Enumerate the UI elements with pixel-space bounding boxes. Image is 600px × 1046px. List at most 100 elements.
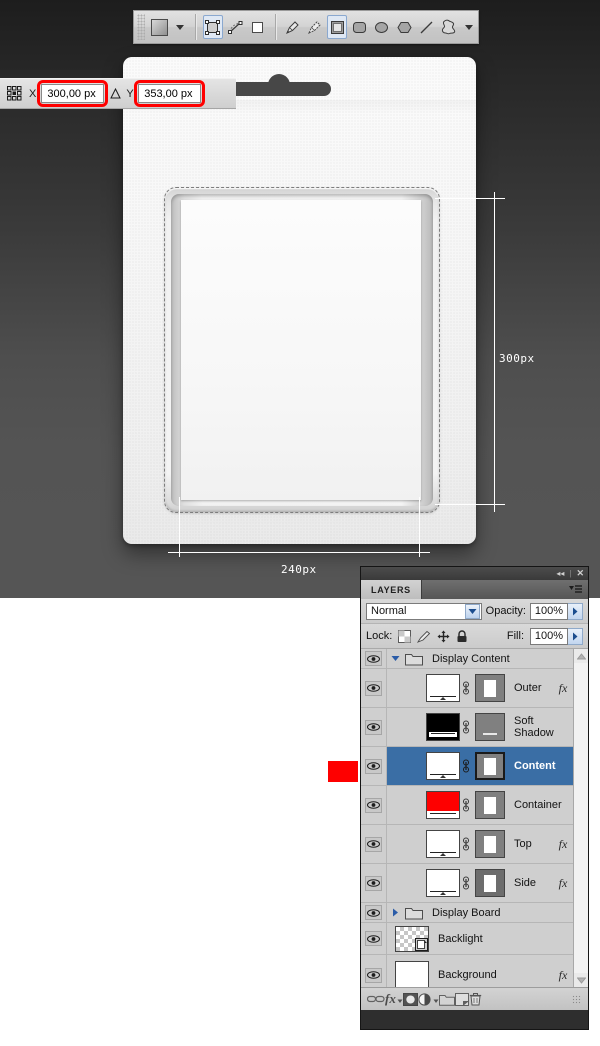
- shape-tool-options-bar[interactable]: [133, 10, 479, 44]
- fx-icon[interactable]: fx: [553, 968, 573, 983]
- visibility-toggle[interactable]: [361, 825, 387, 863]
- scroll-up-arrow-icon[interactable]: [574, 649, 588, 663]
- layer-thumbnail[interactable]: [426, 674, 460, 702]
- layer-mask-thumbnail[interactable]: [475, 791, 505, 819]
- lock-position-icon[interactable]: [437, 630, 450, 643]
- blend-mode-select[interactable]: Normal: [366, 602, 482, 620]
- link-chain-icon[interactable]: [460, 837, 472, 851]
- new-adjustment-layer-button[interactable]: [418, 992, 439, 1006]
- visibility-toggle[interactable]: [361, 864, 387, 902]
- new-layer-button[interactable]: [454, 992, 469, 1006]
- visibility-toggle[interactable]: [361, 649, 387, 668]
- eye-visibility-icon[interactable]: [365, 719, 382, 735]
- y-input[interactable]: 353,00 px: [138, 84, 202, 103]
- lock-image-pixels-icon[interactable]: [417, 630, 431, 643]
- visibility-toggle[interactable]: [361, 923, 387, 954]
- add-layer-mask-button[interactable]: [402, 992, 418, 1006]
- layer-row-background[interactable]: Background fx: [361, 955, 588, 987]
- visibility-toggle[interactable]: [361, 708, 387, 746]
- layer-thumbnail[interactable]: [426, 752, 460, 780]
- visibility-toggle[interactable]: [361, 903, 387, 922]
- transform-options-bar[interactable]: X: 300,00 px Y: 353,00 px: [0, 78, 236, 109]
- eye-visibility-icon[interactable]: [365, 797, 382, 813]
- document-canvas[interactable]: 300px 240px X: 300,00 px Y: 353,00 px: [0, 0, 600, 598]
- shapes-dropdown-chevron-down-icon[interactable]: [464, 24, 473, 30]
- layer-row-display-content[interactable]: Display Content: [361, 649, 588, 669]
- freeform-pen-tool-button[interactable]: [305, 15, 325, 39]
- shape-swatch-button[interactable]: [150, 15, 170, 39]
- blend-mode-chevron-down-icon[interactable]: [464, 603, 480, 619]
- collapse-to-icons-icon[interactable]: ◂◂: [556, 569, 564, 578]
- layer-thumbnail[interactable]: [395, 925, 429, 952]
- reference-point-grid-icon[interactable]: [6, 85, 23, 102]
- panel-tabstrip[interactable]: LAYERS: [361, 580, 588, 599]
- triangle-right-icon[interactable]: [387, 908, 403, 917]
- eye-visibility-icon[interactable]: [365, 905, 382, 920]
- eye-visibility-icon[interactable]: [365, 758, 382, 774]
- visibility-toggle[interactable]: [361, 747, 387, 785]
- link-chain-icon[interactable]: [460, 720, 472, 734]
- pen-tool-button[interactable]: [282, 15, 302, 39]
- fill-chevron-right-icon[interactable]: [568, 627, 583, 645]
- fill-pixels-mode-button[interactable]: [247, 15, 267, 39]
- eye-visibility-icon[interactable]: [365, 651, 382, 666]
- paths-mode-button[interactable]: [225, 15, 245, 39]
- layers-panel-footer[interactable]: fx: [361, 987, 588, 1010]
- resize-grip-icon[interactable]: [572, 994, 581, 1004]
- opacity-input[interactable]: 100%: [530, 602, 568, 620]
- toolbar-grip[interactable]: [137, 14, 145, 40]
- layer-thumbnail[interactable]: [426, 869, 460, 897]
- layer-list-scrollbar[interactable]: [573, 649, 588, 987]
- layer-thumbnail[interactable]: [426, 713, 460, 741]
- x-input[interactable]: 300,00 px: [41, 84, 105, 103]
- layers-panel[interactable]: ◂◂ | ✕ LAYERS Normal Opacity: 100% Lock:…: [360, 566, 589, 1030]
- polygon-tool-button[interactable]: [394, 15, 414, 39]
- fx-icon[interactable]: fx: [553, 837, 573, 852]
- fill-input[interactable]: 100%: [530, 627, 568, 645]
- eye-visibility-icon[interactable]: [365, 967, 382, 983]
- panel-menu-icon[interactable]: [569, 584, 583, 595]
- panel-titlebar[interactable]: ◂◂ | ✕: [361, 567, 588, 580]
- layer-mask-thumbnail[interactable]: [475, 830, 505, 858]
- layer-thumbnail[interactable]: [426, 830, 460, 858]
- new-group-button[interactable]: [438, 993, 455, 1006]
- ellipse-tool-button[interactable]: [372, 15, 392, 39]
- shape-layers-mode-button[interactable]: [202, 15, 223, 39]
- layer-row-display-board[interactable]: Display Board: [361, 903, 588, 923]
- layer-row-top[interactable]: Top fx: [361, 825, 588, 864]
- layer-row-outer[interactable]: Outer fx: [361, 669, 588, 708]
- custom-shape-tool-button[interactable]: [439, 15, 459, 39]
- swatch-dropdown-chevron-down-icon[interactable]: [175, 24, 184, 30]
- fx-icon[interactable]: fx: [553, 876, 573, 891]
- visibility-toggle[interactable]: [361, 955, 387, 987]
- link-chain-icon[interactable]: [460, 876, 472, 890]
- layer-mask-thumbnail[interactable]: [475, 752, 505, 780]
- layer-thumbnail[interactable]: [395, 961, 429, 987]
- eye-visibility-icon[interactable]: [365, 836, 382, 852]
- lock-all-icon[interactable]: [456, 629, 468, 643]
- layer-row-soft-shadow[interactable]: Soft Shadow: [361, 708, 588, 747]
- layer-list[interactable]: Display Content Outer fx Soft Shadow Con…: [361, 649, 588, 987]
- content-screen[interactable]: [181, 200, 421, 500]
- eye-visibility-icon[interactable]: [365, 931, 382, 946]
- link-layers-button[interactable]: [367, 994, 385, 1004]
- display-device-mockup[interactable]: [123, 57, 476, 544]
- opacity-chevron-right-icon[interactable]: [568, 602, 583, 620]
- layer-thumbnail[interactable]: [426, 791, 460, 819]
- rectangle-tool-button[interactable]: [327, 15, 348, 39]
- fx-icon[interactable]: fx: [553, 681, 573, 696]
- layer-row-container[interactable]: Container: [361, 786, 588, 825]
- link-chain-icon[interactable]: [460, 759, 472, 773]
- add-layer-style-button[interactable]: fx: [385, 991, 403, 1007]
- visibility-toggle[interactable]: [361, 786, 387, 824]
- lock-transparent-pixels-icon[interactable]: [398, 629, 412, 643]
- eye-visibility-icon[interactable]: [365, 875, 382, 891]
- triangle-down-icon[interactable]: [387, 655, 403, 662]
- delete-layer-button[interactable]: [469, 992, 482, 1006]
- layer-mask-thumbnail[interactable]: [475, 713, 505, 741]
- link-chain-icon[interactable]: [460, 681, 472, 695]
- close-icon[interactable]: ✕: [576, 568, 584, 579]
- layer-row-content[interactable]: Content: [361, 747, 588, 786]
- tab-layers[interactable]: LAYERS: [361, 580, 422, 599]
- scroll-down-arrow-icon[interactable]: [574, 973, 588, 987]
